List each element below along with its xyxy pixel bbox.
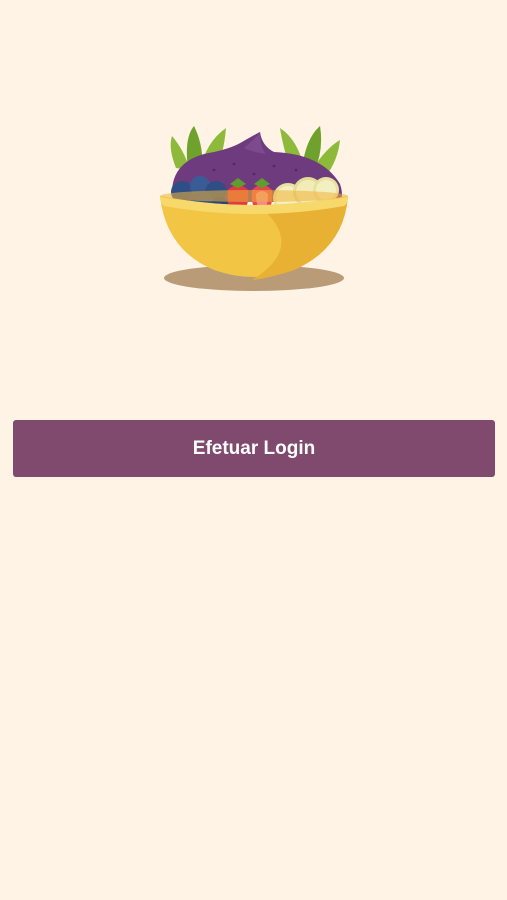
login-button[interactable]: Efetuar Login [13, 420, 495, 477]
acai-bowl-icon [154, 118, 354, 298]
login-screen: Efetuar Login [0, 0, 507, 900]
